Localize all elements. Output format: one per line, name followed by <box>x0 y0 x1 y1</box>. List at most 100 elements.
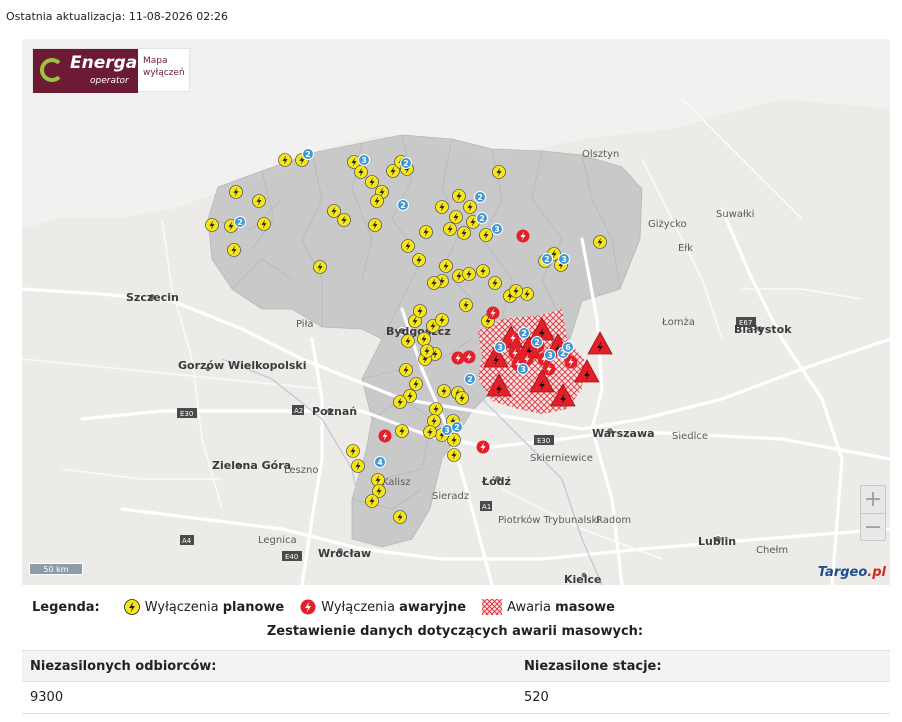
planned-outage-marker[interactable] <box>449 210 463 224</box>
emergency-outage-marker[interactable] <box>508 346 522 360</box>
planned-outage-marker[interactable] <box>447 448 461 462</box>
marker-cluster[interactable]: 2 <box>474 191 486 203</box>
planned-outage-marker[interactable] <box>365 175 379 189</box>
planned-outage-marker[interactable] <box>393 510 407 524</box>
marker-cluster[interactable]: 2 <box>234 216 246 228</box>
planned-outage-marker[interactable] <box>227 243 241 257</box>
planned-outage-marker[interactable] <box>252 194 266 208</box>
marker-cluster[interactable]: 2 <box>531 336 543 348</box>
planned-outage-marker[interactable] <box>457 226 471 240</box>
planned-outage-marker[interactable] <box>409 377 423 391</box>
planned-outage-marker[interactable] <box>459 298 473 312</box>
marker-cluster[interactable]: 3 <box>544 349 556 361</box>
energa-swirl-icon <box>40 58 64 82</box>
emergency-outage-marker[interactable] <box>486 306 500 320</box>
marker-cluster[interactable]: 6 <box>562 341 574 353</box>
planned-outage-marker[interactable] <box>423 425 437 439</box>
planned-outage-marker[interactable] <box>399 363 413 377</box>
legend-mass: Awaria masowe <box>482 599 615 615</box>
legend-mass-bold: masowe <box>555 599 615 615</box>
planned-outage-marker[interactable] <box>455 391 469 405</box>
zoom-in-button[interactable]: + <box>861 486 885 513</box>
outage-map[interactable]: E30 A2 E30 A1 E40 E67 A4 Szczecin Bydgos… <box>22 39 890 585</box>
planned-outage-marker[interactable] <box>313 260 327 274</box>
targeo-attribution[interactable]: Targeo.pl <box>818 565 886 580</box>
marker-cluster[interactable]: 2 <box>302 148 314 160</box>
marker-cluster[interactable]: 2 <box>518 327 530 339</box>
emergency-outage-marker[interactable] <box>451 351 465 365</box>
planned-outage-marker[interactable] <box>368 218 382 232</box>
emergency-outage-marker[interactable] <box>378 429 392 443</box>
planned-outage-marker[interactable] <box>492 165 506 179</box>
planned-outage-marker[interactable] <box>327 204 341 218</box>
marker-cluster[interactable]: 2 <box>451 421 463 433</box>
marker-cluster[interactable]: 2 <box>464 373 476 385</box>
planned-outage-marker[interactable] <box>463 200 477 214</box>
planned-outage-marker[interactable] <box>229 185 243 199</box>
planned-outage-marker[interactable] <box>401 334 415 348</box>
legend-planned: Wyłączenia planowe <box>123 599 284 615</box>
planned-outage-marker[interactable] <box>395 424 409 438</box>
planned-outage-marker[interactable] <box>462 267 476 281</box>
planned-outage-marker[interactable] <box>437 384 451 398</box>
planned-outage-marker[interactable] <box>509 284 523 298</box>
planned-outage-marker[interactable] <box>479 228 493 242</box>
planned-outage-marker[interactable] <box>420 344 434 358</box>
marker-cluster[interactable]: 3 <box>494 341 506 353</box>
marker-cluster[interactable]: 3 <box>441 424 453 436</box>
planned-outage-marker[interactable] <box>401 239 415 253</box>
planned-outage-marker[interactable] <box>435 313 449 327</box>
planned-outage-marker[interactable] <box>351 459 365 473</box>
planned-outage-marker[interactable] <box>337 213 351 227</box>
marker-cluster[interactable]: 2 <box>397 199 409 211</box>
planned-outage-marker[interactable] <box>427 276 441 290</box>
marker-cluster[interactable]: 3 <box>358 154 370 166</box>
planned-outage-marker[interactable] <box>354 165 368 179</box>
planned-outage-marker[interactable] <box>443 222 457 236</box>
cluster-count: 2 <box>521 329 527 338</box>
planned-outage-marker[interactable] <box>476 264 490 278</box>
emergency-outage-marker[interactable] <box>462 350 476 364</box>
planned-outage-marker[interactable] <box>488 276 502 290</box>
mass-outage-marker[interactable] <box>550 383 576 407</box>
logo-map-title-line1: Mapa <box>143 56 168 66</box>
planned-outage-marker[interactable] <box>452 189 466 203</box>
marker-cluster[interactable]: 3 <box>517 363 529 375</box>
marker-cluster[interactable]: 2 <box>541 253 553 265</box>
emergency-outage-marker[interactable] <box>516 229 530 243</box>
planned-outage-marker[interactable] <box>205 218 219 232</box>
mass-outage-marker[interactable] <box>486 373 512 397</box>
emergency-outage-marker[interactable] <box>476 440 490 454</box>
planned-outage-marker[interactable] <box>412 253 426 267</box>
planned-outage-marker[interactable] <box>417 332 431 346</box>
planned-outage-marker[interactable] <box>278 153 292 167</box>
planned-outage-marker[interactable] <box>370 194 384 208</box>
marker-cluster[interactable]: 3 <box>558 253 570 265</box>
planned-outage-marker[interactable] <box>346 444 360 458</box>
marker-cluster[interactable]: 4 <box>374 456 386 468</box>
outage-markers: 23 222232324332223623 2 <box>205 148 613 524</box>
planned-outage-marker[interactable] <box>419 225 433 239</box>
emergency-outage-marker[interactable] <box>506 331 520 345</box>
cluster-count: 3 <box>444 426 450 435</box>
emergency-outage-marker[interactable] <box>542 362 556 376</box>
mass-outage-marker[interactable] <box>587 331 613 355</box>
planned-outage-marker[interactable] <box>393 395 407 409</box>
planned-outage-marker[interactable] <box>257 217 271 231</box>
mass-outage-hatch-icon <box>482 599 503 615</box>
cluster-count: 2 <box>454 423 460 432</box>
marker-cluster[interactable]: 2 <box>476 212 488 224</box>
cluster-count: 3 <box>561 255 567 264</box>
planned-outage-marker[interactable] <box>413 304 427 318</box>
zoom-out-button[interactable]: − <box>861 513 885 540</box>
marker-cluster[interactable]: 2 <box>400 157 412 169</box>
marker-cluster[interactable]: 3 <box>491 223 503 235</box>
planned-outage-marker[interactable] <box>593 235 607 249</box>
planned-outage-marker[interactable] <box>439 259 453 273</box>
mass-outage-marker[interactable] <box>529 317 555 341</box>
planned-outage-marker[interactable] <box>365 494 379 508</box>
mass-outage-marker[interactable] <box>574 359 600 383</box>
planned-outage-marker[interactable] <box>435 200 449 214</box>
planned-outage-marker[interactable] <box>429 402 443 416</box>
energa-logo-mark: Energa operator <box>33 49 138 93</box>
